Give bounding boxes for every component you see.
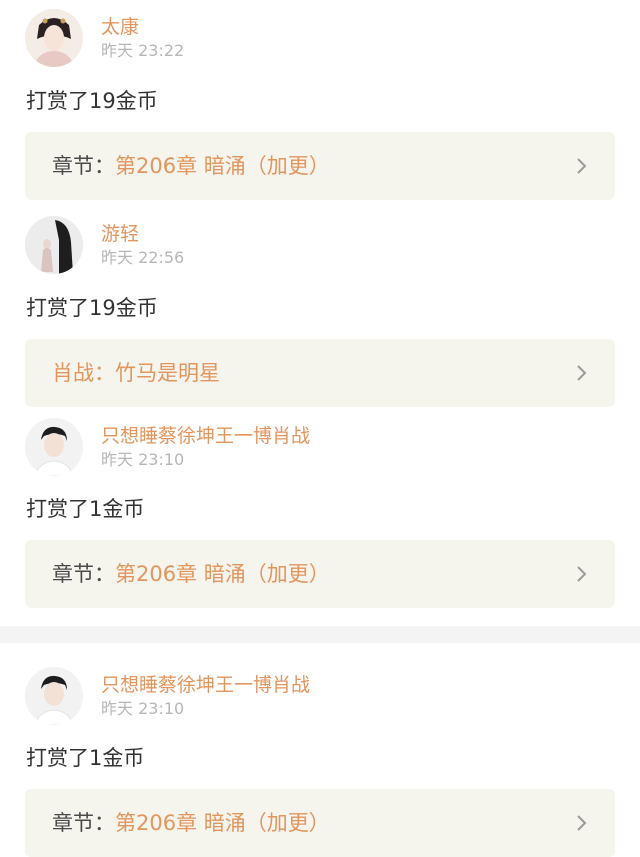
card-text: 章节：第206章 暗涌（加更） <box>52 132 330 200</box>
user-avatar[interactable] <box>25 418 83 476</box>
user-avatar[interactable] <box>25 667 83 725</box>
reward-message: 打赏了19金币 <box>26 89 158 113</box>
card-label: 章节： <box>52 154 115 178</box>
user-name[interactable]: 游轻 <box>101 222 139 246</box>
section-divider <box>0 626 640 643</box>
card-label: 章节： <box>52 562 115 586</box>
card-value: 第206章 暗涌（加更） <box>115 811 330 835</box>
card-value: 肖战：竹马是明星 <box>52 361 220 385</box>
young-man-avatar-icon <box>25 667 83 725</box>
user-avatar[interactable] <box>25 9 83 67</box>
card-text: 章节：第206章 暗涌（加更） <box>52 540 330 608</box>
card-value: 第206章 暗涌（加更） <box>115 562 330 586</box>
chapter-card[interactable]: 章节：第206章 暗涌（加更） <box>25 132 615 200</box>
chevron-right-icon <box>577 158 587 174</box>
young-man-avatar-icon <box>25 418 83 476</box>
book-card[interactable]: 肖战：竹马是明星 <box>25 339 615 407</box>
user-avatar[interactable] <box>25 216 83 274</box>
card-label: 章节： <box>52 811 115 835</box>
card-value: 第206章 暗涌（加更） <box>115 154 330 178</box>
reward-message: 打赏了19金币 <box>26 296 158 320</box>
timestamp: 昨天 23:10 <box>101 699 185 718</box>
dark-figure-avatar-icon <box>25 216 83 274</box>
timestamp: 昨天 22:56 <box>101 248 185 267</box>
timestamp: 昨天 23:22 <box>101 41 185 60</box>
chevron-right-icon <box>577 365 587 381</box>
reward-message: 打赏了1金币 <box>26 746 145 770</box>
chevron-right-icon <box>577 815 587 831</box>
card-text: 肖战：竹马是明星 <box>52 339 220 407</box>
woman-hanfu-avatar-icon <box>25 9 83 67</box>
reward-message: 打赏了1金币 <box>26 497 145 521</box>
chevron-right-icon <box>577 566 587 582</box>
user-name[interactable]: 只想睡蔡徐坤王一博肖战 <box>101 424 310 448</box>
user-name[interactable]: 太康 <box>101 15 139 39</box>
chapter-card[interactable]: 章节：第206章 暗涌（加更） <box>25 540 615 608</box>
user-name[interactable]: 只想睡蔡徐坤王一博肖战 <box>101 673 310 697</box>
timestamp: 昨天 23:10 <box>101 450 185 469</box>
